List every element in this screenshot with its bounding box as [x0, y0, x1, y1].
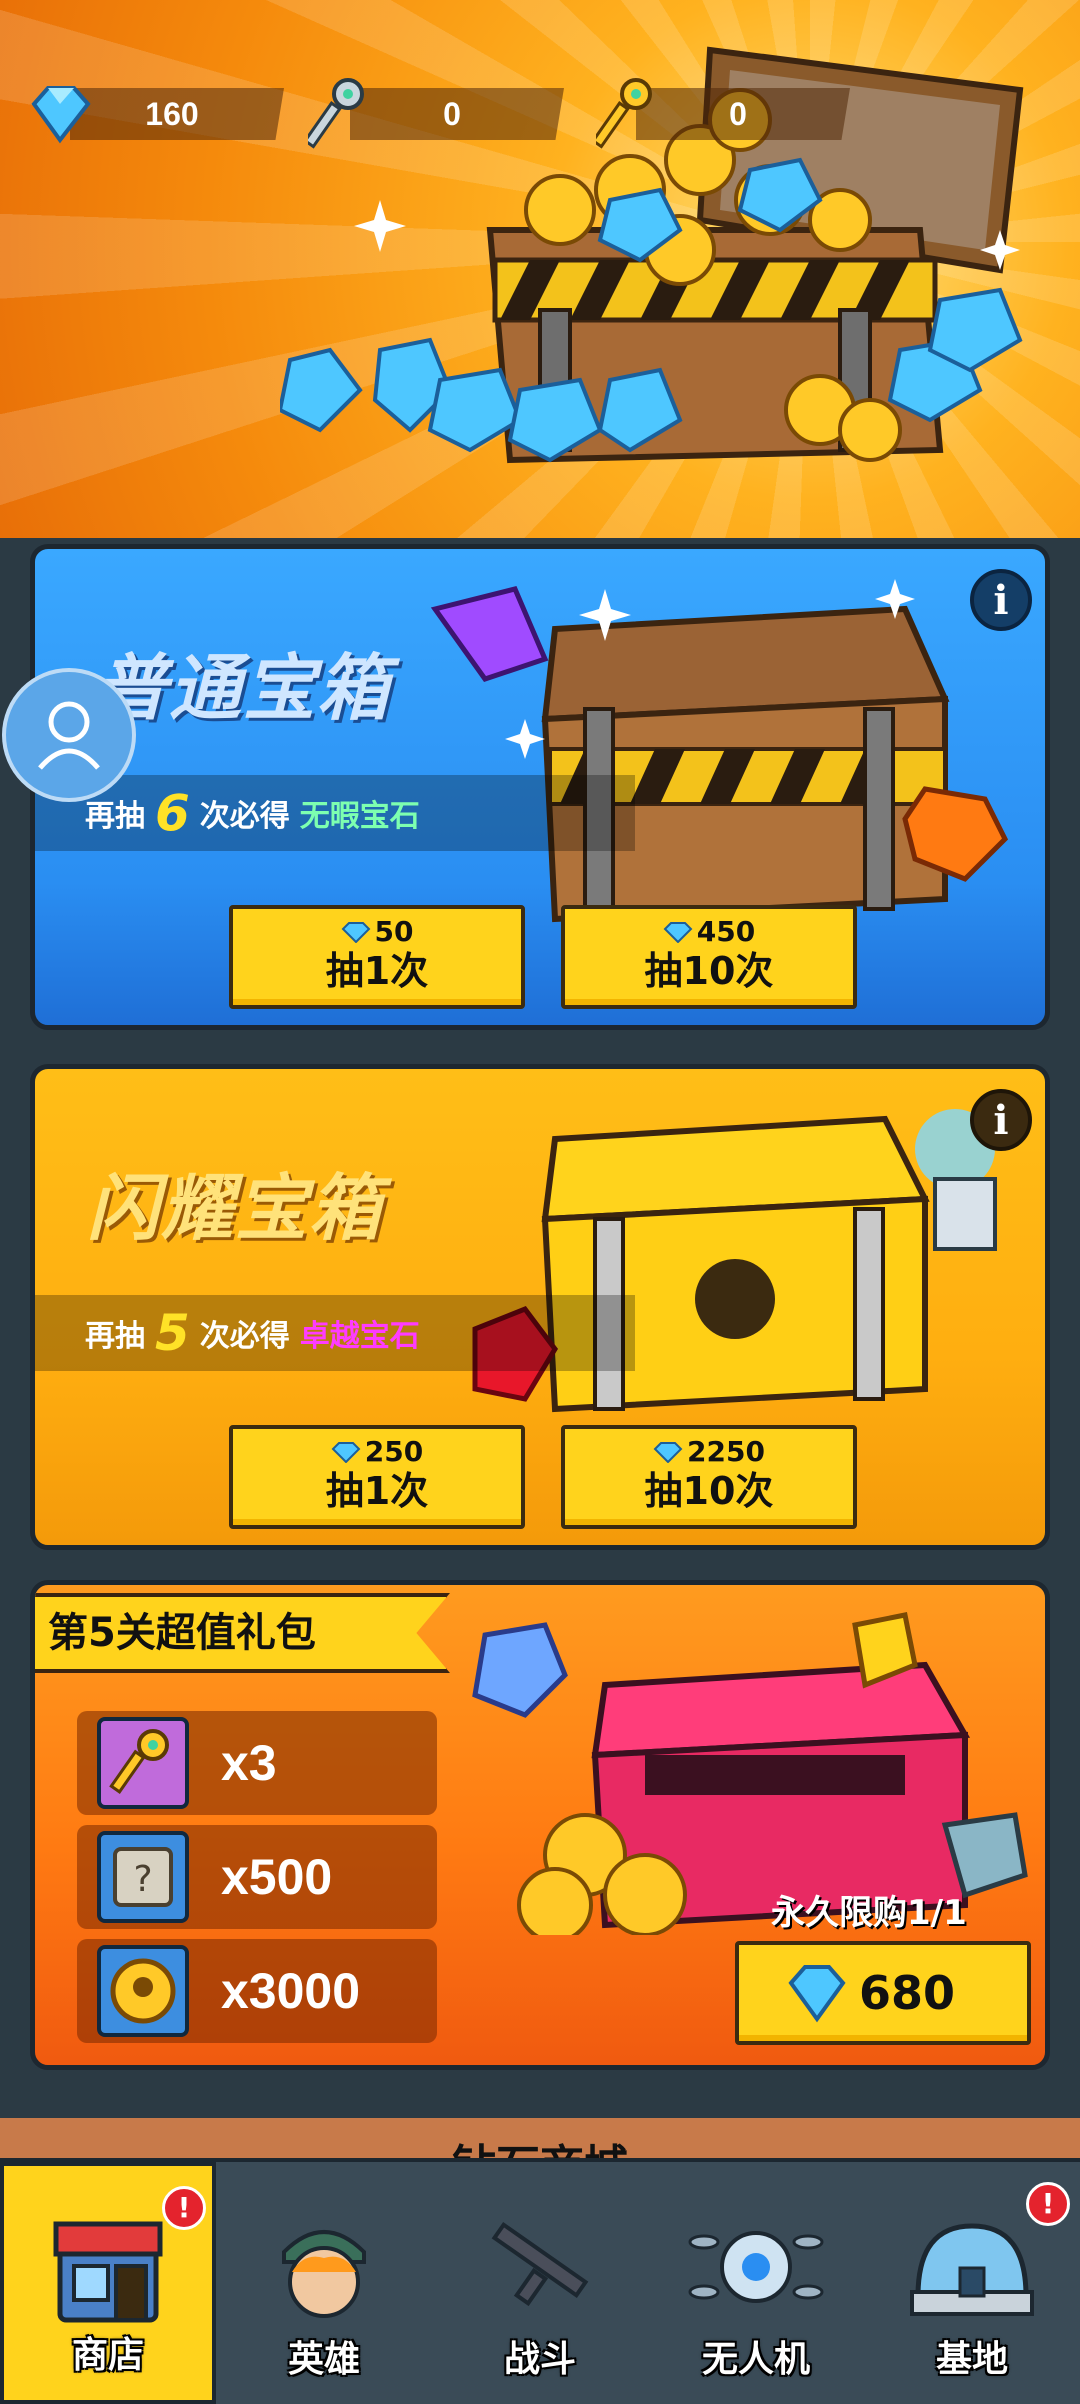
normal-draw-1-button[interactable]: 50 抽1次 [229, 905, 525, 1009]
nav-tab-hero[interactable]: 英雄 [216, 2162, 432, 2404]
pity-reward: 卓越宝石 [299, 1319, 420, 1354]
user-icon [38, 701, 100, 770]
gift-item-row: x3 [77, 1711, 437, 1815]
silver-key-count: 0 [443, 96, 461, 132]
nav-label: 英雄 [287, 2339, 360, 2380]
gift-item-qty: x3000 [221, 1963, 361, 2019]
pity-count: 6 [155, 784, 190, 842]
rifle-icon [491, 2221, 589, 2307]
pity-mid: 次必得 [199, 1319, 290, 1354]
diamond-count: 160 [145, 96, 199, 132]
nav-label: 基地 [935, 2339, 1008, 2380]
pity-count: 5 [155, 1304, 190, 1362]
nav-label: 无人机 [701, 2339, 810, 2380]
gift-pack-panel: 第5关超值礼包 x3 ? x500 x3000 永久限购1/1 680 [30, 1580, 1050, 2070]
pity-prefix: 再抽 [85, 1319, 145, 1354]
gift-pack-title: 第5关超值礼包 [48, 1610, 316, 1656]
nav-tab-battle[interactable]: 战斗 [432, 2162, 648, 2404]
nav-tab-base[interactable]: 基地 ! [864, 2162, 1080, 2404]
gift-pack-price: 680 [859, 1966, 956, 2020]
draw-label: 抽1次 [325, 1469, 429, 1513]
normal-draw-10-button[interactable]: 450 抽10次 [561, 905, 857, 1009]
shine-draw-10-button[interactable]: 2250 抽10次 [561, 1425, 857, 1529]
coin-icon [110, 1958, 176, 2024]
gift-item-row: x3000 [77, 1939, 437, 2043]
shine-chest-info-button[interactable]: i [970, 1089, 1032, 1151]
pity-mid: 次必得 [199, 799, 290, 834]
gift-pack-title-banner: 第5关超值礼包 [35, 1593, 450, 1673]
normal-chest-illustration [430, 579, 1009, 923]
gift-pack-buy-button[interactable]: 680 [735, 1941, 1031, 2045]
drone-icon [688, 2231, 824, 2303]
notification-badge: ! [162, 2186, 206, 2230]
gift-item-qty: x3 [221, 1735, 277, 1791]
draw-label: 抽1次 [325, 949, 429, 993]
gift-item-icon-box: ? [97, 1831, 189, 1923]
gold-key-icon [109, 1729, 169, 1794]
draw-label: 抽10次 [644, 949, 774, 993]
normal-chest-info-button[interactable]: i [970, 569, 1032, 631]
normal-chest-title: 普通宝箱 [95, 649, 392, 729]
pity-reward: 无暇宝石 [299, 799, 420, 834]
scroll-icon: ? [113, 1847, 173, 1907]
nav-label: 商店 [71, 2335, 144, 2376]
shop-icon [53, 2221, 163, 2323]
gift-item-row: ? x500 [77, 1825, 437, 1929]
user-avatar-button[interactable] [2, 668, 136, 802]
shine-chest-title: 闪耀宝箱 [87, 1169, 384, 1249]
gift-item-icon-box [97, 1945, 189, 2037]
hero-banner: 160 0 0 [0, 0, 1080, 538]
bottom-nav: 商店 ! 英雄 战斗 无人机 基地 ! [0, 2158, 1080, 2404]
gift-item-qty: x500 [221, 1849, 333, 1905]
gold-key-count: 0 [729, 96, 747, 132]
nav-tab-shop[interactable]: 商店 ! [0, 2162, 216, 2404]
diamond-icon [788, 1965, 846, 2023]
base-icon [910, 2223, 1034, 2316]
shine-chest-panel: 闪耀宝箱 i 再抽 5 次必得 卓越宝石 250 抽1次 2250 抽10次 [30, 1064, 1050, 1550]
purchase-limit-label: 永久限购1/1 [771, 1893, 967, 1933]
draw-label: 抽10次 [644, 1469, 774, 1513]
shine-chest-pity-bar: 再抽 5 次必得 卓越宝石 [35, 1295, 635, 1371]
gift-item-icon-box [97, 1717, 189, 1809]
notification-badge: ! [1026, 2182, 1070, 2226]
hero-icon [282, 2230, 366, 2318]
nav-tab-drone[interactable]: 无人机 [648, 2162, 864, 2404]
shine-draw-1-button[interactable]: 250 抽1次 [229, 1425, 525, 1529]
normal-chest-panel: 普通宝箱 i 再抽 6 次必得 无暇宝石 50 抽1次 450 抽10次 [30, 544, 1050, 1030]
nav-label: 战斗 [503, 2339, 576, 2380]
svg-text:?: ? [133, 1859, 152, 1900]
